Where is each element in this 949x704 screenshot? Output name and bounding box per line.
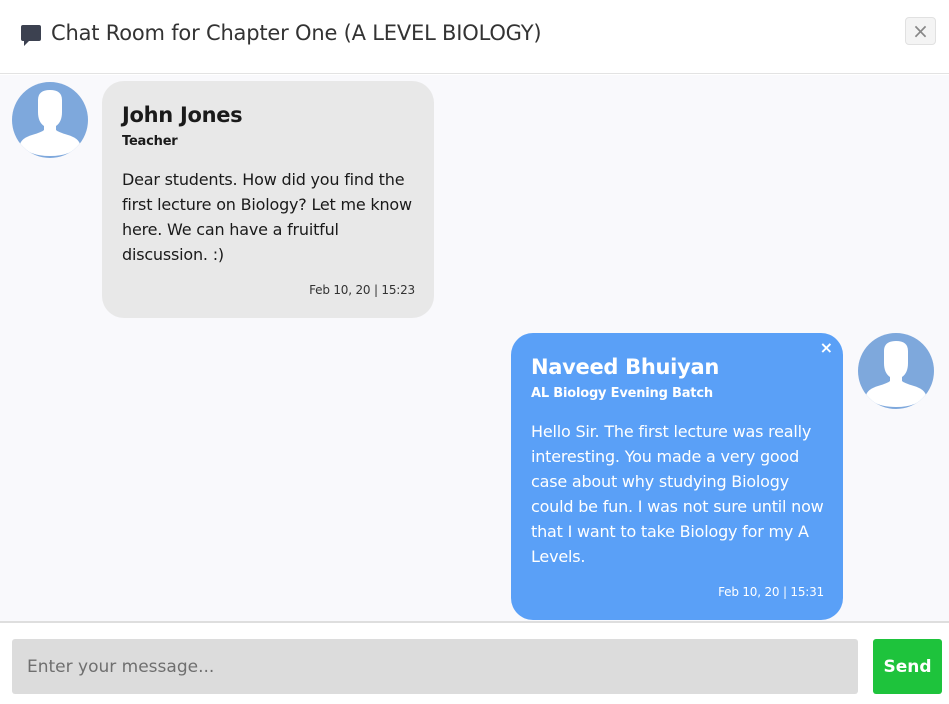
- sender-name: John Jones: [122, 103, 243, 127]
- modal-header: Chat Room for Chapter One (A LEVEL BIOLO…: [0, 0, 949, 74]
- chat-bubble-icon: [21, 25, 41, 46]
- message-timestamp: Feb 10, 20 | 15:31: [718, 585, 824, 599]
- chat-messages[interactable]: John Jones Teacher Dear students. How di…: [0, 75, 949, 621]
- close-button[interactable]: ×: [905, 17, 936, 45]
- chat-modal: Chat Room for Chapter One (A LEVEL BIOLO…: [0, 0, 949, 704]
- user-silhouette-icon: [866, 341, 926, 407]
- message-bubble-own: × Naveed Bhuiyan AL Biology Evening Batc…: [511, 333, 843, 620]
- message-text: Hello Sir. The first lecture was really …: [531, 422, 824, 566]
- sender-role: Teacher: [122, 134, 178, 149]
- page-title: Chat Room for Chapter One (A LEVEL BIOLO…: [51, 21, 542, 45]
- message-composer: Send: [0, 621, 949, 704]
- user-silhouette-icon: [20, 90, 80, 156]
- sender-role: AL Biology Evening Batch: [531, 386, 713, 401]
- avatar: [858, 333, 934, 409]
- message-bubble-teacher: John Jones Teacher Dear students. How di…: [102, 81, 434, 318]
- message-input[interactable]: [12, 639, 858, 694]
- send-button[interactable]: Send: [873, 639, 942, 694]
- sender-name: Naveed Bhuiyan: [531, 355, 719, 379]
- delete-message-button[interactable]: ×: [820, 340, 833, 356]
- message-text: Dear students. How did you find the firs…: [122, 170, 412, 264]
- avatar: [12, 82, 88, 158]
- message-timestamp: Feb 10, 20 | 15:23: [309, 283, 415, 297]
